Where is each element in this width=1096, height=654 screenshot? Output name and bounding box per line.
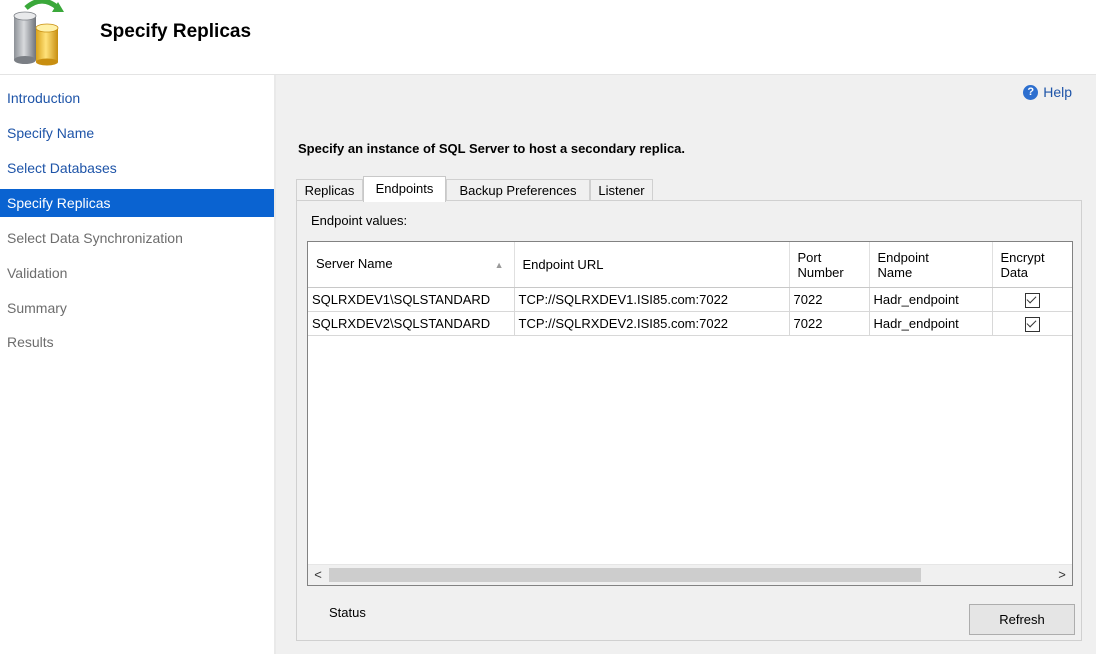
scroll-left-button[interactable]: < bbox=[308, 565, 328, 585]
status-label: Status bbox=[329, 605, 366, 620]
endpoints-panel: Endpoint values: Server Name ▲ Endpoint … bbox=[296, 200, 1082, 641]
sidebar-item-select-data-synchronization: Select Data Synchronization bbox=[7, 230, 183, 246]
column-header-endpoint-url[interactable]: Endpoint URL bbox=[514, 242, 790, 288]
tab-replicas[interactable]: Replicas bbox=[296, 179, 363, 201]
help-link[interactable]: ? Help bbox=[1023, 84, 1072, 100]
table-row[interactable]: SQLRXDEV1\SQLSTANDARD TCP://SQLRXDEV1.IS… bbox=[308, 287, 1072, 312]
sidebar-item-validation: Validation bbox=[7, 265, 68, 281]
instruction-text: Specify an instance of SQL Server to hos… bbox=[298, 141, 686, 156]
cell-server-name[interactable]: SQLRXDEV2\SQLSTANDARD bbox=[308, 311, 515, 336]
sidebar-item-select-databases[interactable]: Select Databases bbox=[0, 154, 274, 182]
scrollbar-thumb[interactable] bbox=[329, 568, 921, 582]
sidebar-item-specify-name[interactable]: Specify Name bbox=[0, 119, 274, 147]
wizard-header: Specify Replicas bbox=[0, 0, 1096, 75]
tab-backup-preferences[interactable]: Backup Preferences bbox=[446, 179, 590, 201]
database-refresh-icon bbox=[13, 0, 64, 66]
scroll-right-button[interactable]: > bbox=[1052, 565, 1072, 585]
page-title: Specify Replicas bbox=[100, 21, 252, 42]
endpoints-grid[interactable]: Server Name ▲ Endpoint URL Port Number E… bbox=[307, 241, 1073, 586]
sidebar-item-introduction[interactable]: Introduction bbox=[0, 84, 274, 112]
column-header-encrypt-data[interactable]: Encrypt Data bbox=[992, 242, 1072, 288]
tab-listener[interactable]: Listener bbox=[590, 179, 653, 201]
cell-port-number[interactable]: 7022 bbox=[789, 311, 870, 336]
cell-endpoint-name[interactable]: Hadr_endpoint bbox=[869, 311, 993, 336]
column-header-endpoint-name[interactable]: Endpoint Name bbox=[869, 242, 993, 288]
cell-encrypt-data bbox=[992, 287, 1072, 312]
tab-endpoints[interactable]: Endpoints bbox=[363, 176, 446, 202]
cell-endpoint-name[interactable]: Hadr_endpoint bbox=[869, 287, 993, 312]
cell-endpoint-url[interactable]: TCP://SQLRXDEV2.ISI85.com:7022 bbox=[514, 311, 790, 336]
sidebar-item-results: Results bbox=[7, 334, 54, 350]
cell-encrypt-data bbox=[992, 311, 1072, 336]
sort-ascending-icon: ▲ bbox=[494, 260, 504, 270]
cell-port-number[interactable]: 7022 bbox=[789, 287, 870, 312]
horizontal-scrollbar[interactable]: < > bbox=[308, 564, 1072, 585]
encrypt-data-checkbox[interactable] bbox=[1024, 316, 1040, 332]
help-icon: ? bbox=[1023, 84, 1039, 100]
main-panel: ? Help Specify an instance of SQL Server… bbox=[276, 75, 1096, 654]
endpoint-values-label: Endpoint values: bbox=[311, 213, 408, 228]
sidebar-item-specify-replicas[interactable]: Specify Replicas bbox=[0, 189, 274, 217]
encrypt-data-checkbox[interactable] bbox=[1024, 292, 1040, 308]
column-header-server-name[interactable]: Server Name ▲ bbox=[308, 242, 515, 288]
refresh-button[interactable]: Refresh bbox=[969, 604, 1075, 635]
help-label: Help bbox=[1043, 84, 1072, 100]
table-row[interactable]: SQLRXDEV2\SQLSTANDARD TCP://SQLRXDEV2.IS… bbox=[308, 311, 1072, 336]
grid-header-row: Server Name ▲ Endpoint URL Port Number E… bbox=[308, 242, 1072, 288]
cell-server-name[interactable]: SQLRXDEV1\SQLSTANDARD bbox=[308, 287, 515, 312]
wizard-sidebar: Introduction Specify Name Select Databas… bbox=[0, 75, 274, 654]
cell-endpoint-url[interactable]: TCP://SQLRXDEV1.ISI85.com:7022 bbox=[514, 287, 790, 312]
sidebar-item-summary: Summary bbox=[7, 300, 67, 316]
column-header-port-number[interactable]: Port Number bbox=[789, 242, 870, 288]
